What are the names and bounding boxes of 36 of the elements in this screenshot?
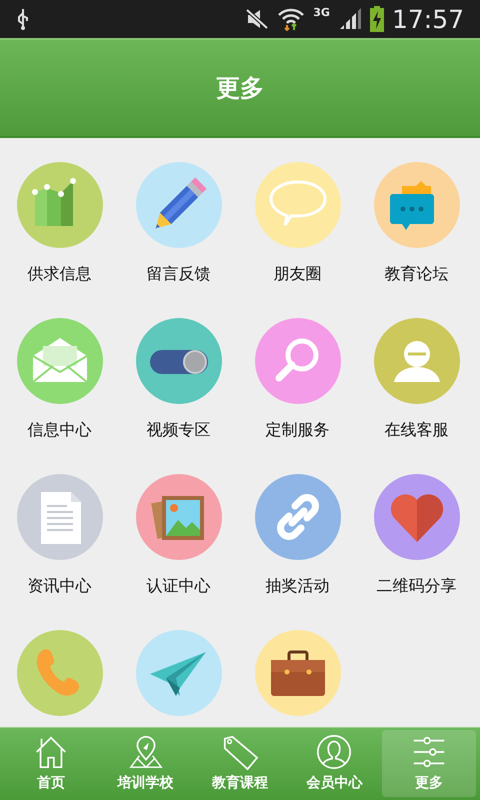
grid-item-label[interactable]: 朋友圈	[274, 264, 322, 284]
user-icon[interactable]	[374, 318, 460, 404]
paper-plane-icon[interactable]	[136, 630, 222, 716]
network-type: 3G	[313, 5, 330, 21]
page-title: 更多	[216, 73, 264, 104]
picture-frame-icon[interactable]	[136, 474, 222, 560]
clock: 17:57	[392, 6, 464, 32]
muted-speaker-icon	[245, 8, 270, 30]
grid-item-label[interactable]: 在线客服	[384, 420, 448, 440]
grid-item-label[interactable]: 二维码分享	[376, 576, 456, 596]
map-pin-icon	[126, 733, 165, 771]
envelope-icon[interactable]	[16, 318, 102, 404]
grid-item-label[interactable]: 供求信息	[28, 264, 92, 284]
grid-item-label[interactable]: 视频专区	[146, 420, 210, 440]
price-tag-icon	[221, 733, 260, 771]
grid-item-label[interactable]: 资讯中心	[28, 576, 92, 596]
briefcase-icon[interactable]	[254, 630, 340, 716]
document-icon[interactable]	[16, 474, 102, 560]
chart-icon[interactable]	[16, 162, 102, 248]
signal-icon	[338, 8, 362, 30]
battery-icon	[370, 6, 384, 32]
toggle-switch-icon[interactable]	[136, 318, 222, 404]
phone-icon[interactable]	[16, 630, 102, 716]
wifi-icon	[277, 7, 306, 31]
grid-item-label[interactable]: 教育论坛	[384, 264, 448, 284]
grid-item-label[interactable]: 认证中心	[146, 576, 210, 596]
search-icon[interactable]	[254, 318, 340, 404]
grid-item-label[interactable]: 抽奖活动	[266, 576, 330, 596]
grid-item-label[interactable]: 定制服务	[266, 420, 330, 440]
grid-item-label[interactable]: 信息中心	[28, 420, 92, 440]
user-icon	[315, 733, 354, 771]
usb-icon	[16, 8, 30, 30]
pencil-icon[interactable]	[136, 162, 222, 248]
chain-link-icon[interactable]	[254, 474, 340, 560]
chat-bubbles-icon[interactable]	[374, 162, 460, 248]
grid-item-label[interactable]: 留言反馈	[146, 264, 210, 284]
